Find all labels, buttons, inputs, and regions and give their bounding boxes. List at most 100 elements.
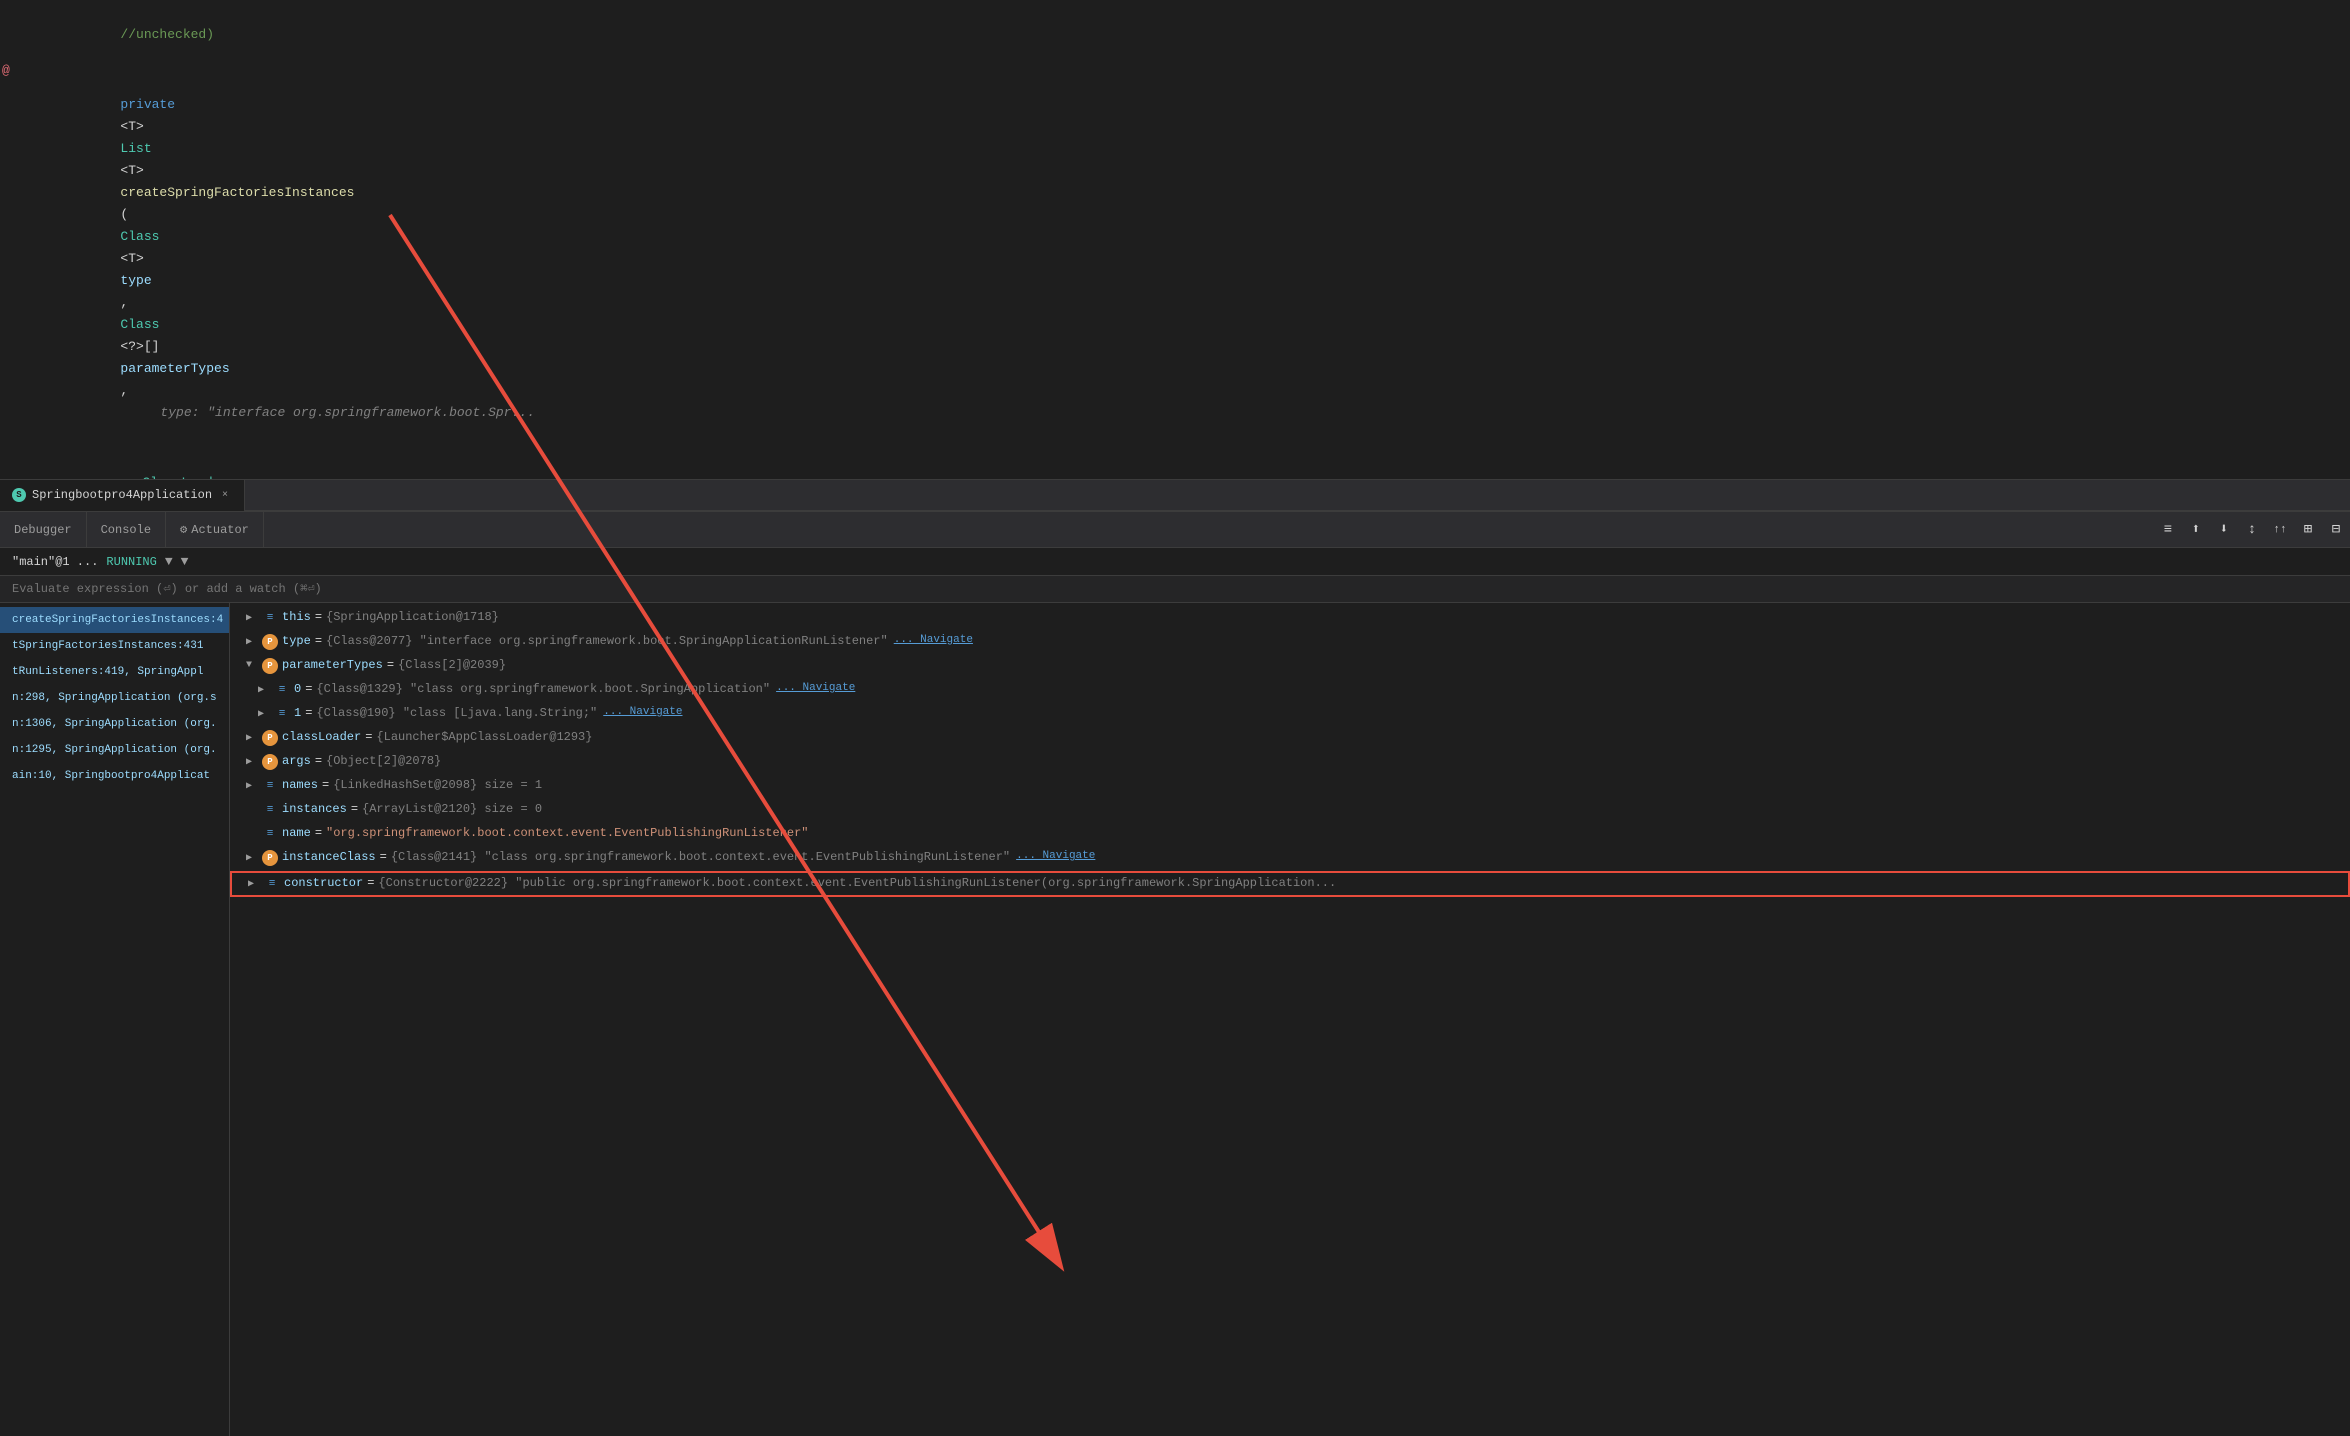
variable-instances[interactable]: ▶ ≡ instances = {ArrayList@2120} size = … [230,799,2350,823]
var-icon-eq: ≡ [262,826,278,842]
expand-arrow[interactable]: ▶ [246,610,262,624]
debug-panel: S Springbootpro4Application × Debugger C… [0,480,2350,1436]
tab-debugger[interactable]: Debugger [0,512,87,548]
code-content: private <T> List <T> createSpringFactori… [50,70,2350,448]
variable-constructor[interactable]: ▶ ≡ constructor = {Constructor@2222} "pu… [230,871,2350,897]
var-icon-p: P [262,850,278,866]
keyword: private [120,97,182,112]
var-eq: = [367,876,374,890]
expand-arrow[interactable]: ▼ [246,658,262,671]
variables-panel: ▶ ≡ this = {SpringApplication@1718} ▶ P … [230,603,2350,1436]
evaluate-input[interactable] [12,582,2338,596]
expand-arrow[interactable]: ▶ [258,706,274,720]
var-value: {Class@190} "class [Ljava.lang.String;" [316,706,597,720]
frame-name: tSpringFactoriesInstances:431 [12,640,203,652]
variable-this[interactable]: ▶ ≡ this = {SpringApplication@1718} [230,607,2350,631]
type-text: Class [120,229,159,244]
stack-frame-item[interactable]: tSpringFactoriesInstances:431 [0,633,229,659]
toolbar-btn-up[interactable]: ⬆ [2182,516,2210,544]
expand-arrow[interactable]: ▶ [246,634,262,648]
var-value: {ArrayList@2120} size = 0 [362,802,542,816]
code-line: @ private <T> List <T> createSpringFacto… [0,70,2350,448]
variable-parameter-types[interactable]: ▼ P parameterTypes = {Class[2]@2039} [230,655,2350,679]
code-content: ClassLoader classLoader , Object [] args… [50,448,2350,480]
app-tab-label: Springbootpro4Application [32,488,212,502]
navigate-link[interactable]: ... Navigate [894,634,973,646]
thread-status: RUNNING [106,555,156,569]
expand-arrow[interactable]: ▶ [246,850,262,864]
variable-param-0[interactable]: ▶ ≡ 0 = {Class@1329} "class org.springfr… [230,679,2350,703]
var-name: type [282,634,311,648]
variable-classloader[interactable]: ▶ P classLoader = {Launcher$AppClassLoad… [230,727,2350,751]
stack-frame-item[interactable]: tRunListeners:419, SpringAppl [0,659,229,685]
expand-arrow[interactable]: ▶ [246,730,262,744]
debug-value: type: "interface org.springframework.boo… [160,405,534,420]
variable-args[interactable]: ▶ P args = {Object[2]@2078} [230,751,2350,775]
tab-actuator[interactable]: ⚙ Actuator [166,512,264,548]
app-tab-close[interactable]: × [218,488,232,502]
variable-name[interactable]: ▶ ≡ name = "org.springframework.boot.con… [230,823,2350,847]
var-name: 1 [294,706,301,720]
debug-body: createSpringFactoriesInstances:4 tSpring… [0,603,2350,1436]
var-eq: = [365,730,372,744]
frame-name: createSpringFactoriesInstances:4 [12,614,223,626]
app-tab-bar: S Springbootpro4Application × [0,480,2350,512]
var-name: instanceClass [282,850,376,864]
stack-frame-item[interactable]: ain:10, Springbootpro4Applicat [0,763,229,789]
var-eq: = [315,610,322,624]
method-text: createSpringFactoriesInstances [120,185,354,200]
toolbar-btn-grid[interactable]: ⊞ [2294,516,2322,544]
stack-frame-item[interactable]: createSpringFactoriesInstances:4 [0,607,229,633]
param-text: type [120,273,151,288]
tab-actuator-label: Actuator [191,523,249,537]
tab-console-label: Console [101,523,151,537]
var-icon-eq: ≡ [264,876,280,892]
code-text: <T> [120,119,151,134]
expand-arrow[interactable]: ▶ [258,682,274,696]
var-name: name [282,826,311,840]
toolbar-btn-collapse[interactable]: ⊟ [2322,516,2350,544]
tab-console[interactable]: Console [87,512,166,548]
var-icon-p: P [262,634,278,650]
expand-arrow[interactable]: ▶ [246,778,262,792]
toolbar-btn-list[interactable]: ≡ [2154,516,2182,544]
thread-name: "main"@1 ... [12,555,98,569]
code-text: <T> [120,251,151,266]
frame-name: ain:10, Springbootpro4Applicat [12,770,210,782]
filter-icon[interactable]: ▼ [165,554,173,569]
var-icon-p: P [262,730,278,746]
navigate-link[interactable]: ... Navigate [1016,850,1095,862]
code-text: , [120,295,136,310]
navigate-link[interactable]: ... Navigate [776,682,855,694]
toolbar-btn-updown[interactable]: ↕ [2238,516,2266,544]
var-value: {SpringApplication@1718} [326,610,499,624]
var-eq: = [322,778,329,792]
var-name: names [282,778,318,792]
var-value: {Class@1329} "class org.springframework.… [316,682,770,696]
variable-names[interactable]: ▶ ≡ names = {LinkedHashSet@2098} size = … [230,775,2350,799]
stack-frame-item[interactable]: n:1306, SpringApplication (org. [0,711,229,737]
var-value: {Class@2141} "class org.springframework.… [391,850,1010,864]
code-content: //unchecked) [50,0,2350,70]
type-text: List [120,141,151,156]
frame-name: tRunListeners:419, SpringAppl [12,666,203,678]
expand-arrow[interactable]: ▶ [246,754,262,768]
app-tab[interactable]: S Springbootpro4Application × [0,479,245,511]
variable-param-1[interactable]: ▶ ≡ 1 = {Class@190} "class [Ljava.lang.S… [230,703,2350,727]
frame-name: n:1295, SpringApplication (org. [12,744,217,756]
var-value: "org.springframework.boot.context.event.… [326,826,808,840]
var-icon-eq: ≡ [262,778,278,794]
expand-arrow[interactable]: ▶ [248,876,264,890]
variable-type[interactable]: ▶ P type = {Class@2077} "interface org.s… [230,631,2350,655]
variable-instanceclass[interactable]: ▶ P instanceClass = {Class@2141} "class … [230,847,2350,871]
evaluate-bar [0,576,2350,603]
navigate-link[interactable]: ... Navigate [603,706,682,718]
stack-frame-item[interactable]: n:298, SpringApplication (org.s [0,685,229,711]
toolbar-btn-down[interactable]: ⬇ [2210,516,2238,544]
frame-name: n:1306, SpringApplication (org. [12,718,217,730]
code-editor: //unchecked) @ private <T> List <T> crea… [0,0,2350,480]
filter-dropdown[interactable]: ▼ [181,554,189,569]
toolbar-btn-filter[interactable]: ↑↑ [2266,516,2294,544]
code-text: , [120,383,128,398]
stack-frame-item[interactable]: n:1295, SpringApplication (org. [0,737,229,763]
